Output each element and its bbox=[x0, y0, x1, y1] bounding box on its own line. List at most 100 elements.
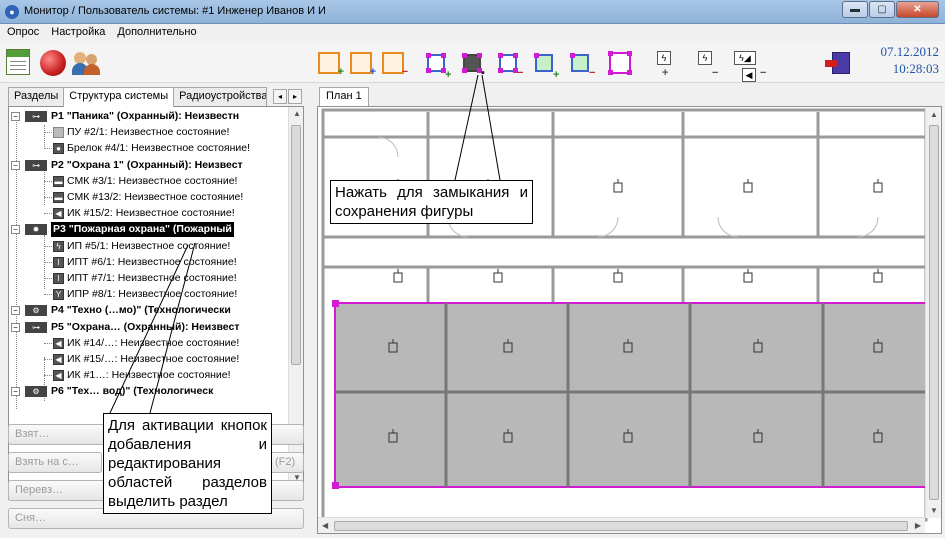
tree-section-label: P3 "Пожарная охрана" (Пожарный bbox=[51, 222, 234, 238]
device-list-icon[interactable]: ◀ bbox=[742, 68, 756, 82]
callout-close-save-figure: Нажать для замыкания и сохранения фигуры bbox=[330, 180, 533, 224]
section-icon: ⊶ bbox=[25, 111, 47, 122]
tree-device-label: ИП #5/1: Неизвестное состояние! bbox=[67, 239, 231, 252]
tree-collapse-icon[interactable]: − bbox=[11, 160, 20, 170]
tree-section-label: P2 "Охрана 1" (Охранный): Неизвест bbox=[51, 158, 243, 171]
ir-icon: ◀ bbox=[53, 337, 64, 349]
tree-collapse-icon[interactable]: − bbox=[11, 225, 20, 235]
close-button[interactable]: ✕ bbox=[896, 1, 939, 18]
heat-icon: I bbox=[53, 273, 64, 284]
plan-vertical-scrollbar[interactable]: ▲ ▼ bbox=[925, 107, 941, 518]
floor-plan-view[interactable]: ▲ ▼ ◀ ▶ bbox=[317, 106, 942, 534]
add-area-icon[interactable] bbox=[426, 53, 446, 73]
tree-device-label: ИК #15/…: Неизвестное состояние! bbox=[67, 353, 240, 365]
fire-section-icon: ✹ bbox=[25, 224, 47, 236]
tab-sections[interactable]: Разделы bbox=[8, 87, 65, 106]
report-icon[interactable] bbox=[6, 49, 30, 75]
tab-radio-devices[interactable]: Радиоустройства bbox=[173, 87, 268, 106]
exit-icon[interactable] bbox=[825, 52, 850, 74]
menu-bar: Опрос Настройка Дополнительно bbox=[0, 24, 945, 41]
detector-mark[interactable] bbox=[873, 272, 883, 283]
tree-collapse-icon[interactable]: − bbox=[11, 387, 20, 397]
tech-section-icon: ⚙ bbox=[25, 305, 47, 317]
tree-section-label: P1 "Паника" (Охранный): Неизвестн bbox=[51, 110, 240, 122]
detector-mark[interactable] bbox=[873, 182, 883, 193]
contact-icon: ▬ bbox=[53, 192, 64, 203]
ir-icon: ◀ bbox=[53, 208, 64, 220]
ir-icon: ◀ bbox=[53, 370, 64, 382]
maximize-button[interactable]: ▢ bbox=[869, 1, 895, 18]
contact-icon: ▬ bbox=[53, 175, 64, 187]
arm-with-button[interactable]: Взять на с… bbox=[8, 452, 102, 473]
time-label: 10:28:03 bbox=[892, 61, 939, 76]
window-title: Монитор / Пользователь системы: #1 Инжен… bbox=[24, 5, 326, 17]
ir-icon: ◀ bbox=[53, 354, 64, 365]
menu-item-settings[interactable]: Настройка bbox=[44, 24, 110, 38]
tree-device-label: ИПТ #7/1: Неизвестное состояние! bbox=[67, 272, 237, 284]
tree-device-label: ИК #1…: Неизвестное состояние! bbox=[67, 369, 231, 382]
detector-mark[interactable] bbox=[393, 272, 403, 283]
toolbar: + + − + ▪ − + − ϟ + ϟ − ϟ◢ ◀ − 07.12.201… bbox=[0, 41, 945, 83]
remove-plan-icon[interactable]: − bbox=[382, 52, 408, 78]
title-bar: ● Монитор / Пользователь системы: #1 Инж… bbox=[0, 0, 945, 24]
tree-device-label: ИПТ #6/1: Неизвестное состояние! bbox=[67, 255, 237, 268]
tree-vscroll-thumb[interactable] bbox=[291, 125, 301, 365]
manual-call-icon: Y bbox=[53, 289, 64, 301]
add-plan-icon[interactable]: + bbox=[318, 52, 344, 78]
date-label: 07.12.2012 bbox=[880, 44, 940, 59]
left-tabs: Разделы Структура системы Радиоустройств… bbox=[8, 87, 268, 107]
callout-select-section: Для активации кнопок добавления и редакт… bbox=[103, 413, 272, 514]
tab-scroll-right-icon[interactable]: ▸ bbox=[288, 89, 302, 104]
tree-device-label: ИК #14/…: Неизвестное состояние! bbox=[67, 336, 240, 349]
window-controls: ▬ ▢ ✕ bbox=[841, 1, 939, 18]
section-icon: ⊶ bbox=[25, 159, 47, 171]
tree-collapse-icon[interactable]: − bbox=[11, 322, 20, 332]
tree-device-label: Брелок #4/1: Неизвестное состояние! bbox=[67, 142, 251, 155]
close-save-figure-icon[interactable] bbox=[462, 53, 482, 73]
globe-alarm-icon[interactable] bbox=[40, 50, 66, 76]
tree-device-label: СМК #13/2: Неизвестное состояние! bbox=[67, 191, 244, 203]
tree-device-label: ИК #15/2: Неизвестное состояние! bbox=[67, 207, 235, 220]
detector-mark[interactable] bbox=[743, 272, 753, 283]
tree-device-label: ИПР #8/1: Неизвестное состояние! bbox=[67, 288, 238, 301]
tree-device-label: ПУ #2/1: Неизвестное состояние! bbox=[67, 126, 230, 139]
plan-horizontal-scrollbar[interactable]: ◀ ▶ bbox=[318, 517, 925, 533]
tree-collapse-icon[interactable]: − bbox=[11, 112, 20, 121]
detector-mark[interactable] bbox=[493, 272, 503, 283]
panel-icon bbox=[53, 127, 64, 139]
tree-collapse-icon[interactable]: − bbox=[11, 306, 20, 316]
section-icon: ⊶ bbox=[25, 321, 47, 333]
tech-section-icon: ⚙ bbox=[25, 386, 47, 398]
plan-hscroll-thumb[interactable] bbox=[334, 521, 908, 531]
move-device-icon[interactable]: ϟ◢ bbox=[734, 51, 756, 65]
add-device-icon[interactable]: ϟ bbox=[657, 51, 671, 65]
tab-plan-1[interactable]: План 1 bbox=[319, 87, 369, 106]
remove-device-icon[interactable]: ϟ bbox=[698, 51, 712, 65]
remove-area-icon[interactable] bbox=[498, 53, 518, 73]
minimize-button[interactable]: ▬ bbox=[842, 1, 868, 18]
arm-f2-button[interactable]: (F2) bbox=[270, 452, 304, 473]
detector-mark[interactable] bbox=[743, 182, 753, 193]
tree-device-label: СМК #3/1: Неизвестное состояние! bbox=[67, 174, 238, 187]
keyfob-icon: ● bbox=[53, 143, 64, 155]
tree-section-label: P6 "Тех… вод)" (Технологическ bbox=[51, 385, 214, 398]
edit-areas-icon[interactable] bbox=[608, 51, 632, 75]
datetime: 07.12.2012 10:28:03 bbox=[881, 43, 940, 77]
users-icon[interactable] bbox=[72, 50, 102, 76]
add-plan-blue-icon[interactable]: + bbox=[350, 52, 376, 78]
smoke-icon: ϟ bbox=[53, 240, 64, 252]
detector-mark[interactable] bbox=[613, 272, 623, 283]
add-point-icon[interactable] bbox=[534, 53, 553, 72]
right-panel: План 1 ▲ ▼ ◀ ▶ bbox=[312, 83, 945, 538]
menu-item-poll[interactable]: Опрос bbox=[0, 24, 44, 38]
tree-section-label: P4 "Техно (…мо)" (Технологически bbox=[51, 304, 231, 317]
menu-item-additional[interactable]: Дополнительно bbox=[110, 24, 201, 38]
remove-point-icon[interactable] bbox=[570, 53, 589, 72]
detector-mark[interactable] bbox=[613, 182, 623, 193]
tab-scroll-left-icon[interactable]: ◂ bbox=[273, 89, 287, 104]
plan-vscroll-thumb[interactable] bbox=[929, 125, 939, 500]
floor-plan-drawing[interactable] bbox=[318, 107, 942, 534]
tab-system-structure[interactable]: Структура системы bbox=[63, 87, 175, 107]
tree-section-label: P5 "Охрана… (Охранный): Неизвест bbox=[51, 320, 240, 333]
app-monitor-icon: ● bbox=[5, 5, 19, 19]
